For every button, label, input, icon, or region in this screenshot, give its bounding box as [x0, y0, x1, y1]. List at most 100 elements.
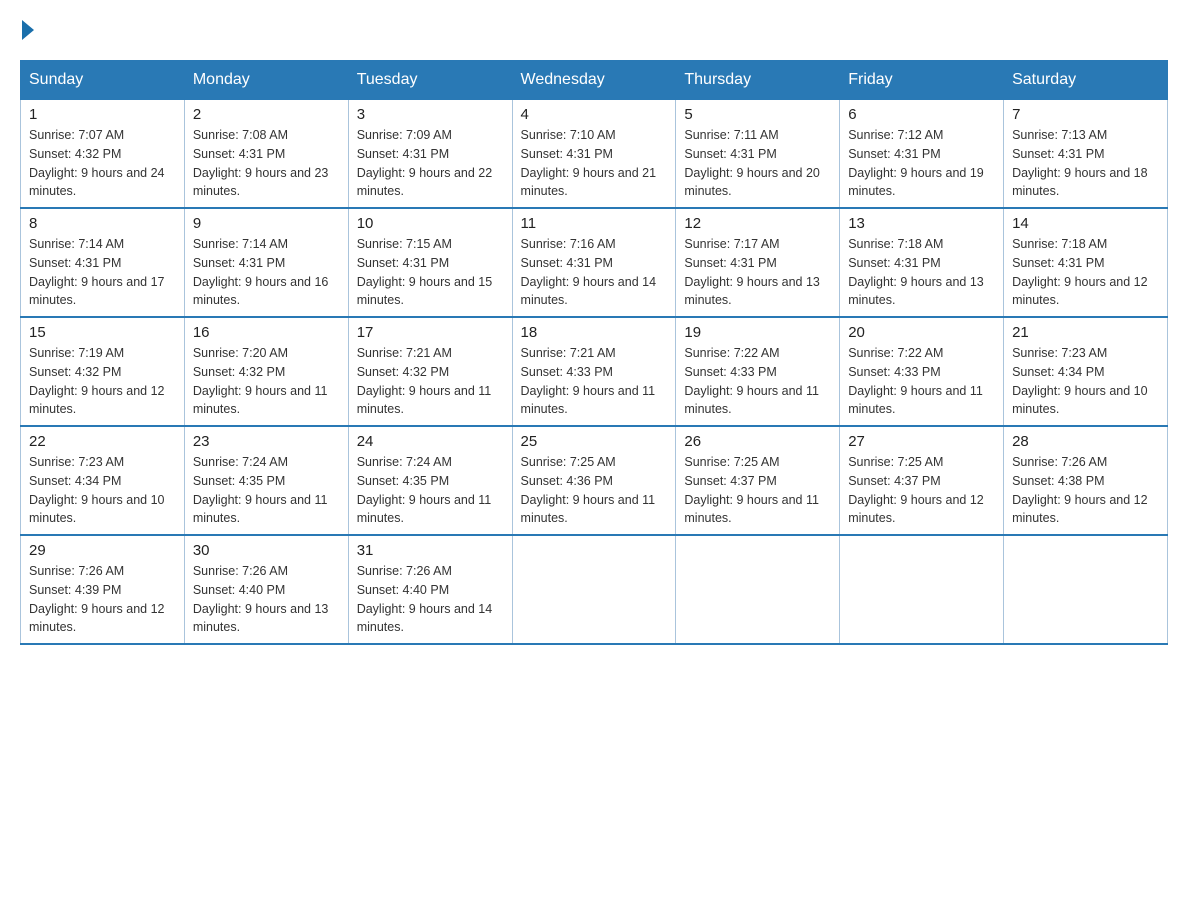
day-number: 12: [684, 215, 831, 232]
calendar-cell: [676, 535, 840, 644]
day-info: Sunrise: 7:18 AMSunset: 4:31 PMDaylight:…: [848, 235, 995, 310]
calendar-cell: 17 Sunrise: 7:21 AMSunset: 4:32 PMDayligh…: [348, 317, 512, 426]
day-info: Sunrise: 7:09 AMSunset: 4:31 PMDaylight:…: [357, 126, 504, 201]
day-number: 25: [521, 433, 668, 450]
calendar-cell: 3 Sunrise: 7:09 AMSunset: 4:31 PMDaylight…: [348, 100, 512, 209]
day-info: Sunrise: 7:23 AMSunset: 4:34 PMDaylight:…: [1012, 344, 1159, 419]
calendar-table: SundayMondayTuesdayWednesdayThursdayFrid…: [20, 60, 1168, 645]
calendar-cell: 4 Sunrise: 7:10 AMSunset: 4:31 PMDaylight…: [512, 100, 676, 209]
day-info: Sunrise: 7:07 AMSunset: 4:32 PMDaylight:…: [29, 126, 176, 201]
day-info: Sunrise: 7:14 AMSunset: 4:31 PMDaylight:…: [193, 235, 340, 310]
calendar-header-monday: Monday: [184, 61, 348, 100]
day-number: 4: [521, 106, 668, 123]
day-info: Sunrise: 7:08 AMSunset: 4:31 PMDaylight:…: [193, 126, 340, 201]
calendar-cell: 16 Sunrise: 7:20 AMSunset: 4:32 PMDayligh…: [184, 317, 348, 426]
calendar-cell: 2 Sunrise: 7:08 AMSunset: 4:31 PMDaylight…: [184, 100, 348, 209]
calendar-cell: 29 Sunrise: 7:26 AMSunset: 4:39 PMDayligh…: [21, 535, 185, 644]
day-number: 7: [1012, 106, 1159, 123]
calendar-cell: 30 Sunrise: 7:26 AMSunset: 4:40 PMDayligh…: [184, 535, 348, 644]
day-number: 29: [29, 542, 176, 559]
day-number: 6: [848, 106, 995, 123]
logo-arrow-icon: [22, 20, 34, 40]
calendar-cell: 18 Sunrise: 7:21 AMSunset: 4:33 PMDayligh…: [512, 317, 676, 426]
calendar-header-row: SundayMondayTuesdayWednesdayThursdayFrid…: [21, 61, 1168, 100]
day-number: 21: [1012, 324, 1159, 341]
day-info: Sunrise: 7:26 AMSunset: 4:38 PMDaylight:…: [1012, 453, 1159, 528]
calendar-cell: 24 Sunrise: 7:24 AMSunset: 4:35 PMDayligh…: [348, 426, 512, 535]
day-info: Sunrise: 7:25 AMSunset: 4:37 PMDaylight:…: [848, 453, 995, 528]
calendar-cell: 10Sunrise: 7:15 AMSunset: 4:31 PMDayligh…: [348, 208, 512, 317]
logo: [20, 20, 36, 40]
calendar-cell: 7Sunrise: 7:13 AMSunset: 4:31 PMDaylight…: [1004, 100, 1168, 209]
day-info: Sunrise: 7:16 AMSunset: 4:31 PMDaylight:…: [521, 235, 668, 310]
day-info: Sunrise: 7:24 AMSunset: 4:35 PMDaylight:…: [193, 453, 340, 528]
calendar-cell: 26 Sunrise: 7:25 AMSunset: 4:37 PMDayligh…: [676, 426, 840, 535]
calendar-header-tuesday: Tuesday: [348, 61, 512, 100]
calendar-cell: 22Sunrise: 7:23 AMSunset: 4:34 PMDayligh…: [21, 426, 185, 535]
calendar-cell: 12 Sunrise: 7:17 AMSunset: 4:31 PMDayligh…: [676, 208, 840, 317]
day-number: 28: [1012, 433, 1159, 450]
day-info: Sunrise: 7:18 AMSunset: 4:31 PMDaylight:…: [1012, 235, 1159, 310]
day-info: Sunrise: 7:10 AMSunset: 4:31 PMDaylight:…: [521, 126, 668, 201]
day-number: 17: [357, 324, 504, 341]
day-number: 30: [193, 542, 340, 559]
day-number: 3: [357, 106, 504, 123]
calendar-week-5: 29 Sunrise: 7:26 AMSunset: 4:39 PMDayligh…: [21, 535, 1168, 644]
day-number: 26: [684, 433, 831, 450]
day-number: 10: [357, 215, 504, 232]
calendar-cell: 23 Sunrise: 7:24 AMSunset: 4:35 PMDayligh…: [184, 426, 348, 535]
day-info: Sunrise: 7:26 AMSunset: 4:40 PMDaylight:…: [357, 562, 504, 637]
calendar-cell: 11 Sunrise: 7:16 AMSunset: 4:31 PMDayligh…: [512, 208, 676, 317]
day-info: Sunrise: 7:12 AMSunset: 4:31 PMDaylight:…: [848, 126, 995, 201]
day-number: 23: [193, 433, 340, 450]
calendar-cell: 15Sunrise: 7:19 AMSunset: 4:32 PMDayligh…: [21, 317, 185, 426]
day-number: 9: [193, 215, 340, 232]
day-number: 24: [357, 433, 504, 450]
day-info: Sunrise: 7:21 AMSunset: 4:33 PMDaylight:…: [521, 344, 668, 419]
day-info: Sunrise: 7:21 AMSunset: 4:32 PMDaylight:…: [357, 344, 504, 419]
day-number: 5: [684, 106, 831, 123]
calendar-cell: 14 Sunrise: 7:18 AMSunset: 4:31 PMDayligh…: [1004, 208, 1168, 317]
calendar-cell: 28 Sunrise: 7:26 AMSunset: 4:38 PMDayligh…: [1004, 426, 1168, 535]
day-info: Sunrise: 7:22 AMSunset: 4:33 PMDaylight:…: [684, 344, 831, 419]
day-info: Sunrise: 7:19 AMSunset: 4:32 PMDaylight:…: [29, 344, 176, 419]
calendar-body: 1 Sunrise: 7:07 AMSunset: 4:32 PMDaylight…: [21, 100, 1168, 645]
calendar-cell: 25 Sunrise: 7:25 AMSunset: 4:36 PMDayligh…: [512, 426, 676, 535]
day-number: 27: [848, 433, 995, 450]
day-info: Sunrise: 7:26 AMSunset: 4:40 PMDaylight:…: [193, 562, 340, 637]
calendar-cell: [840, 535, 1004, 644]
calendar-header-saturday: Saturday: [1004, 61, 1168, 100]
day-info: Sunrise: 7:25 AMSunset: 4:37 PMDaylight:…: [684, 453, 831, 528]
day-number: 13: [848, 215, 995, 232]
calendar-header-thursday: Thursday: [676, 61, 840, 100]
day-number: 8: [29, 215, 176, 232]
day-number: 16: [193, 324, 340, 341]
day-info: Sunrise: 7:20 AMSunset: 4:32 PMDaylight:…: [193, 344, 340, 419]
day-info: Sunrise: 7:11 AMSunset: 4:31 PMDaylight:…: [684, 126, 831, 201]
day-number: 18: [521, 324, 668, 341]
day-number: 11: [521, 215, 668, 232]
day-info: Sunrise: 7:25 AMSunset: 4:36 PMDaylight:…: [521, 453, 668, 528]
calendar-header-friday: Friday: [840, 61, 1004, 100]
day-info: Sunrise: 7:17 AMSunset: 4:31 PMDaylight:…: [684, 235, 831, 310]
calendar-cell: 5 Sunrise: 7:11 AMSunset: 4:31 PMDaylight…: [676, 100, 840, 209]
calendar-week-3: 15Sunrise: 7:19 AMSunset: 4:32 PMDayligh…: [21, 317, 1168, 426]
calendar-cell: 8Sunrise: 7:14 AMSunset: 4:31 PMDaylight…: [21, 208, 185, 317]
day-number: 19: [684, 324, 831, 341]
day-info: Sunrise: 7:26 AMSunset: 4:39 PMDaylight:…: [29, 562, 176, 637]
calendar-cell: 19 Sunrise: 7:22 AMSunset: 4:33 PMDayligh…: [676, 317, 840, 426]
day-info: Sunrise: 7:23 AMSunset: 4:34 PMDaylight:…: [29, 453, 176, 528]
day-number: 20: [848, 324, 995, 341]
day-number: 14: [1012, 215, 1159, 232]
day-number: 1: [29, 106, 176, 123]
calendar-header-sunday: Sunday: [21, 61, 185, 100]
day-number: 31: [357, 542, 504, 559]
day-info: Sunrise: 7:24 AMSunset: 4:35 PMDaylight:…: [357, 453, 504, 528]
day-number: 2: [193, 106, 340, 123]
calendar-cell: 21 Sunrise: 7:23 AMSunset: 4:34 PMDayligh…: [1004, 317, 1168, 426]
calendar-cell: 6 Sunrise: 7:12 AMSunset: 4:31 PMDaylight…: [840, 100, 1004, 209]
page-header: [20, 20, 1168, 40]
calendar-cell: [1004, 535, 1168, 644]
calendar-cell: [512, 535, 676, 644]
calendar-week-1: 1 Sunrise: 7:07 AMSunset: 4:32 PMDaylight…: [21, 100, 1168, 209]
